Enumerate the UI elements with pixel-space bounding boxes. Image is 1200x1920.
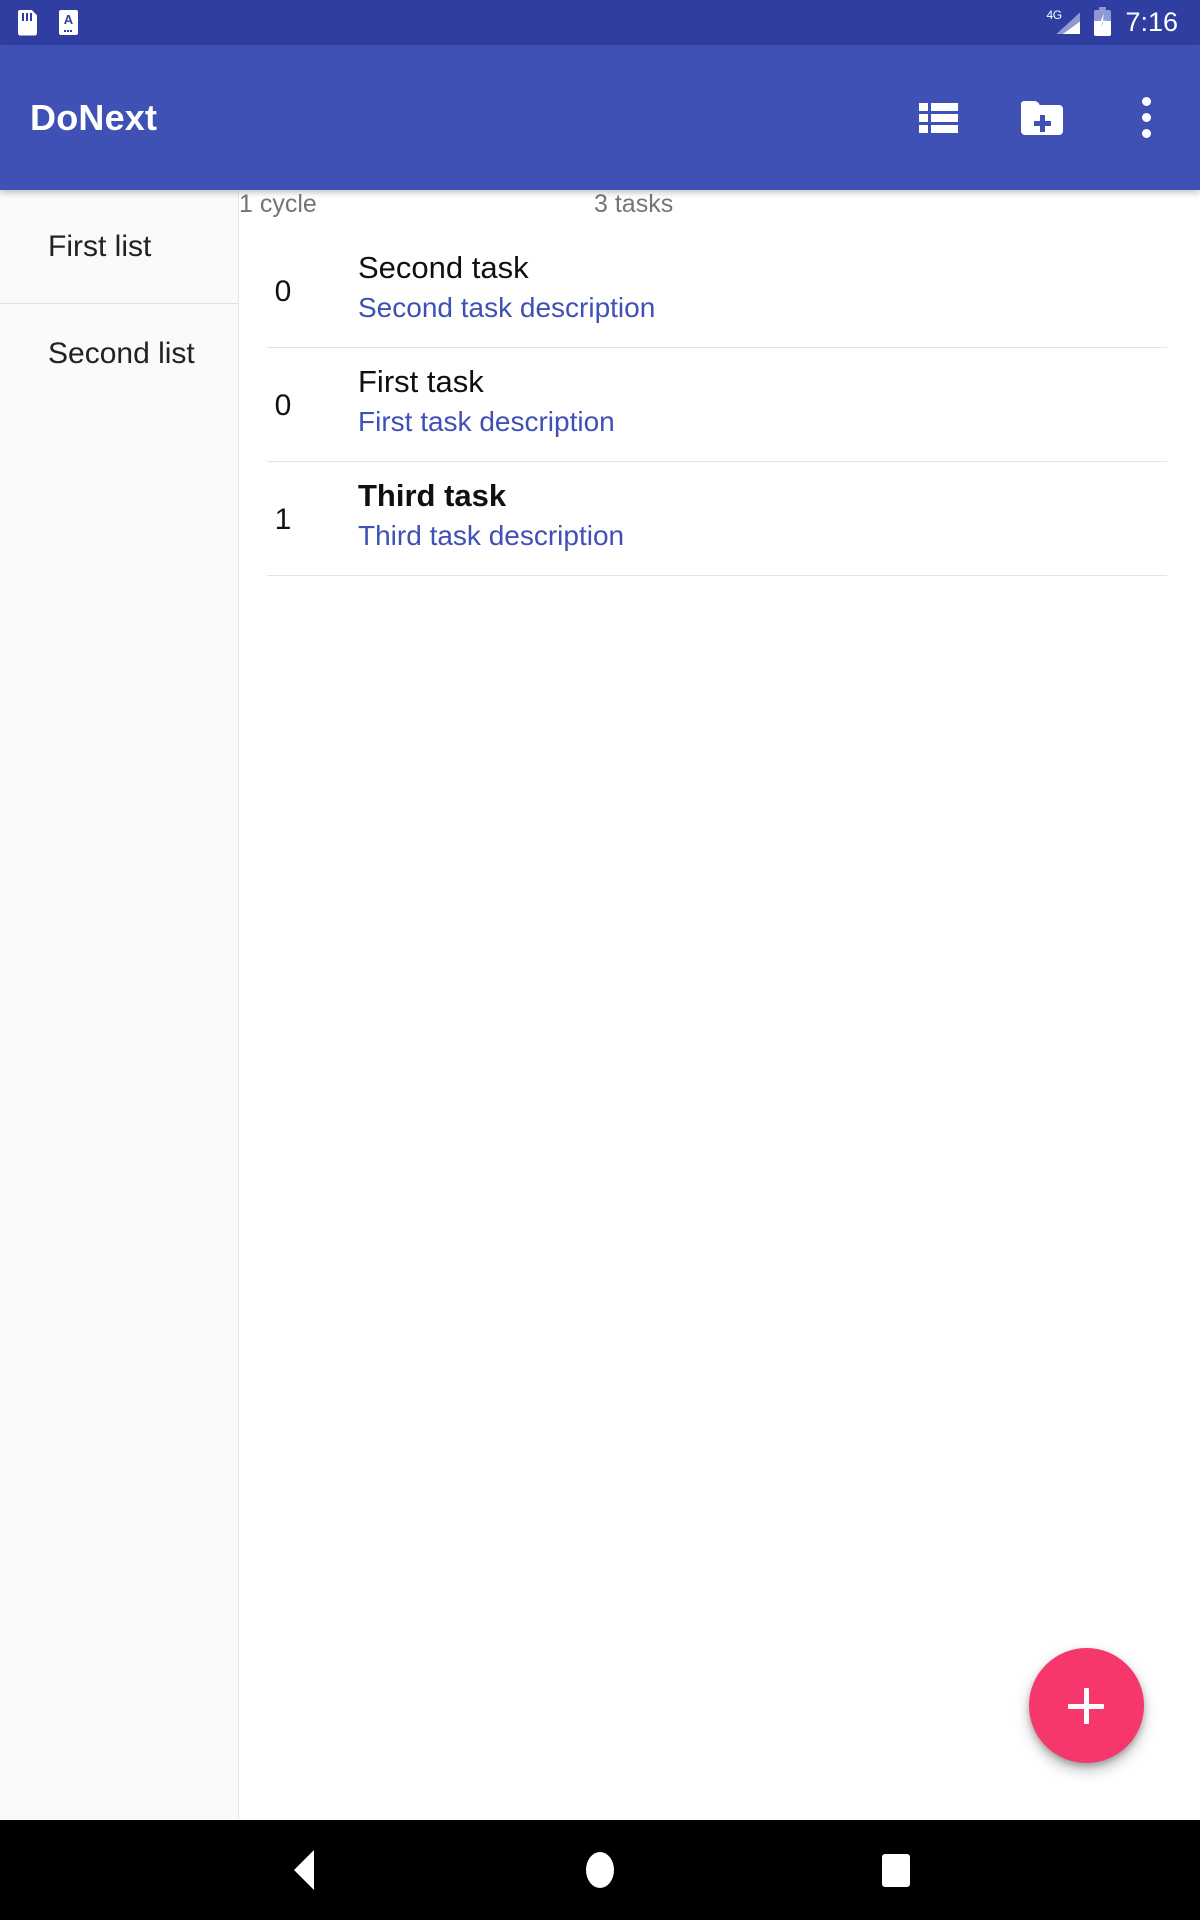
sd-card-icon (18, 10, 37, 36)
task-divider (267, 575, 1167, 576)
create-new-folder-button[interactable] (1014, 90, 1070, 146)
task-description: Second task description (358, 291, 655, 324)
add-task-fab[interactable] (1029, 1648, 1144, 1763)
task-cycle-count: 0 (239, 348, 327, 423)
clock-label: 7:16 (1125, 7, 1178, 38)
task-row[interactable]: 1 Third task Third task description (239, 462, 1200, 576)
back-icon (294, 1850, 314, 1890)
plus-icon-horizontal (1068, 1704, 1104, 1709)
nav-home-button[interactable] (555, 1825, 645, 1915)
nav-back-button[interactable] (259, 1825, 349, 1915)
overflow-menu-icon (1142, 97, 1151, 138)
app-bar-actions (910, 90, 1174, 146)
status-bar-left-icons: A (18, 10, 78, 36)
task-row[interactable]: 0 Second task Second task description (239, 234, 1200, 348)
nav-recents-button[interactable] (851, 1825, 941, 1915)
task-text: First task First task description (327, 348, 615, 438)
task-panel: 1 cycle 3 tasks 0 Second task Second tas… (239, 190, 1200, 1820)
task-description: Third task description (358, 519, 624, 552)
sidebar: First list Second list (0, 190, 239, 1820)
sidebar-item-second-list[interactable]: Second list (0, 303, 238, 404)
status-bar: A 4G 7:16 (0, 0, 1200, 45)
create-new-folder-icon (1021, 101, 1063, 135)
view-list-icon (919, 103, 957, 133)
status-bar-right-icons: 4G 7:16 (1046, 7, 1178, 38)
sidebar-item-first-list[interactable]: First list (0, 190, 238, 303)
task-cycle-count: 0 (239, 234, 327, 309)
task-title: Second task (358, 250, 655, 286)
document-a-icon: A (59, 10, 78, 35)
task-cycle-count: 1 (239, 462, 327, 537)
overflow-menu-button[interactable] (1118, 90, 1174, 146)
home-icon (586, 1852, 614, 1888)
task-description: First task description (358, 405, 615, 438)
signal-strength-icon: 4G (1046, 9, 1080, 36)
task-list: 0 Second task Second task description 0 … (239, 234, 1200, 576)
cycle-count-label: 1 cycle (239, 190, 317, 219)
task-title: First task (358, 364, 615, 400)
content-area: First list Second list 1 cycle 3 tasks 0… (0, 190, 1200, 1820)
sidebar-item-label: First list (48, 229, 151, 265)
task-title: Third task (358, 478, 624, 514)
recents-icon (882, 1854, 910, 1887)
task-row[interactable]: 0 First task First task description (239, 348, 1200, 462)
app-bar: DoNext (0, 45, 1200, 190)
view-list-button[interactable] (910, 90, 966, 146)
sidebar-item-label: Second list (48, 336, 195, 372)
task-count-label: 3 tasks (594, 190, 673, 219)
battery-charging-icon (1094, 10, 1111, 36)
network-type-label: 4G (1046, 8, 1061, 22)
task-text: Second task Second task description (327, 234, 655, 324)
navigation-bar (0, 1820, 1200, 1920)
list-meta: 1 cycle 3 tasks (239, 190, 1200, 234)
app-title: DoNext (30, 97, 157, 139)
task-text: Third task Third task description (327, 462, 624, 552)
